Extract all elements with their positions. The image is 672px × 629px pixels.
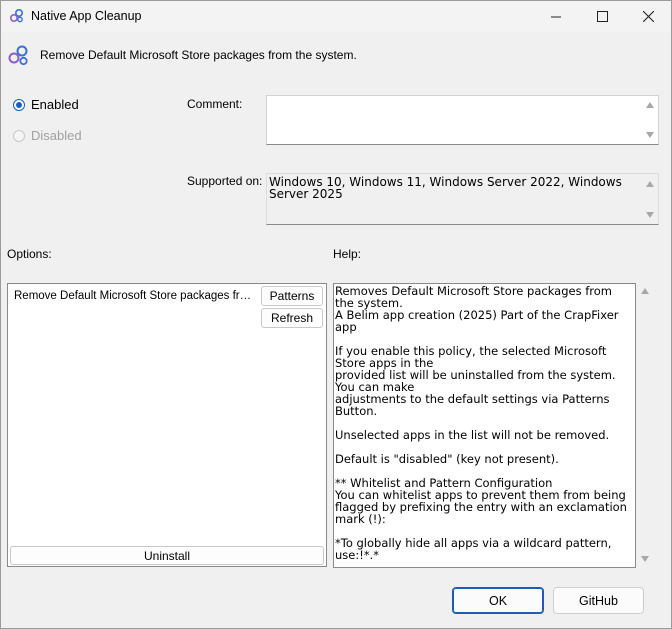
options-panel: Remove Default Microsoft Store packages … bbox=[7, 283, 327, 567]
disabled-radio[interactable]: Disabled bbox=[13, 128, 82, 143]
maximize-button[interactable] bbox=[579, 1, 625, 32]
refresh-button[interactable]: Refresh bbox=[261, 308, 323, 328]
close-icon bbox=[642, 11, 654, 22]
option-item-label: Remove Default Microsoft Store packages … bbox=[14, 290, 252, 302]
options-label: Options: bbox=[7, 247, 52, 261]
enabled-label: Enabled bbox=[31, 97, 79, 112]
minimize-button[interactable] bbox=[533, 1, 579, 32]
maximize-icon bbox=[596, 11, 608, 22]
policy-description: Remove Default Microsoft Store packages … bbox=[40, 48, 357, 62]
policy-gears-icon bbox=[8, 45, 28, 66]
help-panel[interactable]: Removes Default Microsoft Store packages… bbox=[333, 283, 636, 568]
help-scroll-up-icon[interactable] bbox=[641, 288, 649, 294]
comment-field[interactable] bbox=[266, 95, 659, 145]
scroll-up-icon[interactable] bbox=[646, 181, 654, 187]
patterns-button[interactable]: Patterns bbox=[261, 286, 323, 306]
scroll-down-icon[interactable] bbox=[646, 132, 654, 138]
dialog-window: Native App Cleanup Remove Default Micros… bbox=[0, 0, 672, 629]
help-label: Help: bbox=[333, 247, 362, 261]
disabled-label: Disabled bbox=[31, 128, 82, 143]
supported-on-label: Supported on: bbox=[187, 174, 263, 188]
title-bar[interactable]: Native App Cleanup bbox=[1, 1, 671, 32]
enabled-radio[interactable]: Enabled bbox=[13, 97, 79, 112]
supported-on-value: Windows 10, Windows 11, Windows Server 2… bbox=[269, 175, 622, 201]
github-button[interactable]: GitHub bbox=[553, 587, 644, 614]
radio-checked-icon bbox=[13, 98, 25, 111]
help-scroll-down-icon[interactable] bbox=[641, 556, 649, 562]
uninstall-button[interactable]: Uninstall bbox=[10, 546, 324, 565]
scroll-down-icon[interactable] bbox=[646, 212, 654, 218]
app-gears-icon bbox=[9, 8, 24, 23]
supported-on-field[interactable]: Windows 10, Windows 11, Windows Server 2… bbox=[266, 173, 659, 225]
minimize-icon bbox=[551, 16, 561, 17]
window-title: Native App Cleanup bbox=[31, 9, 142, 23]
close-button[interactable] bbox=[625, 1, 671, 32]
help-text: Removes Default Microsoft Store packages… bbox=[335, 284, 627, 562]
scroll-up-icon[interactable] bbox=[646, 102, 654, 108]
ok-button[interactable]: OK bbox=[452, 587, 544, 614]
radio-unchecked-icon bbox=[13, 129, 25, 142]
comment-label: Comment: bbox=[187, 97, 243, 111]
